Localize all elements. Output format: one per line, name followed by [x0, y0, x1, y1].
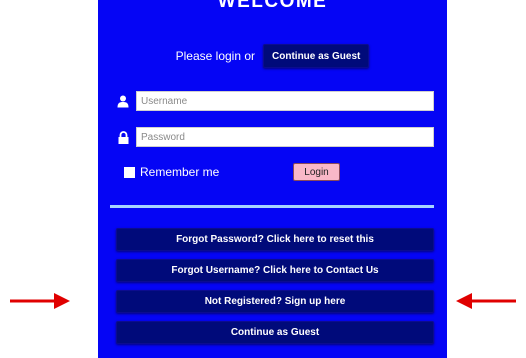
user-icon	[116, 93, 130, 109]
lock-icon	[116, 129, 130, 145]
continue-as-guest-bottom-button[interactable]: Continue as Guest	[116, 321, 434, 344]
remember-me-label: Remember me	[140, 165, 220, 179]
forgot-password-button[interactable]: Forgot Password? Click here to reset thi…	[116, 228, 434, 251]
login-prompt-row: Please login or Continue as Guest	[98, 44, 447, 68]
red-arrow-left-icon	[456, 293, 516, 309]
login-prompt: Please login or	[175, 49, 256, 63]
login-panel: WELCOME Please login or Continue as Gues…	[98, 0, 447, 358]
remember-me-row: Remember me	[124, 165, 219, 179]
username-row	[116, 90, 434, 112]
sign-up-button[interactable]: Not Registered? Sign up here	[116, 290, 434, 313]
forgot-username-button[interactable]: Forgot Username? Click here to Contact U…	[116, 259, 434, 282]
continue-as-guest-button[interactable]: Continue as Guest	[263, 44, 370, 68]
page-title: WELCOME	[217, 0, 328, 12]
red-arrow-right-icon	[10, 293, 70, 309]
username-input[interactable]	[136, 91, 434, 111]
password-input[interactable]	[136, 127, 434, 147]
login-button[interactable]: Login	[293, 163, 340, 181]
divider	[110, 205, 434, 208]
remember-me-checkbox[interactable]	[124, 166, 135, 178]
password-row	[116, 126, 434, 148]
